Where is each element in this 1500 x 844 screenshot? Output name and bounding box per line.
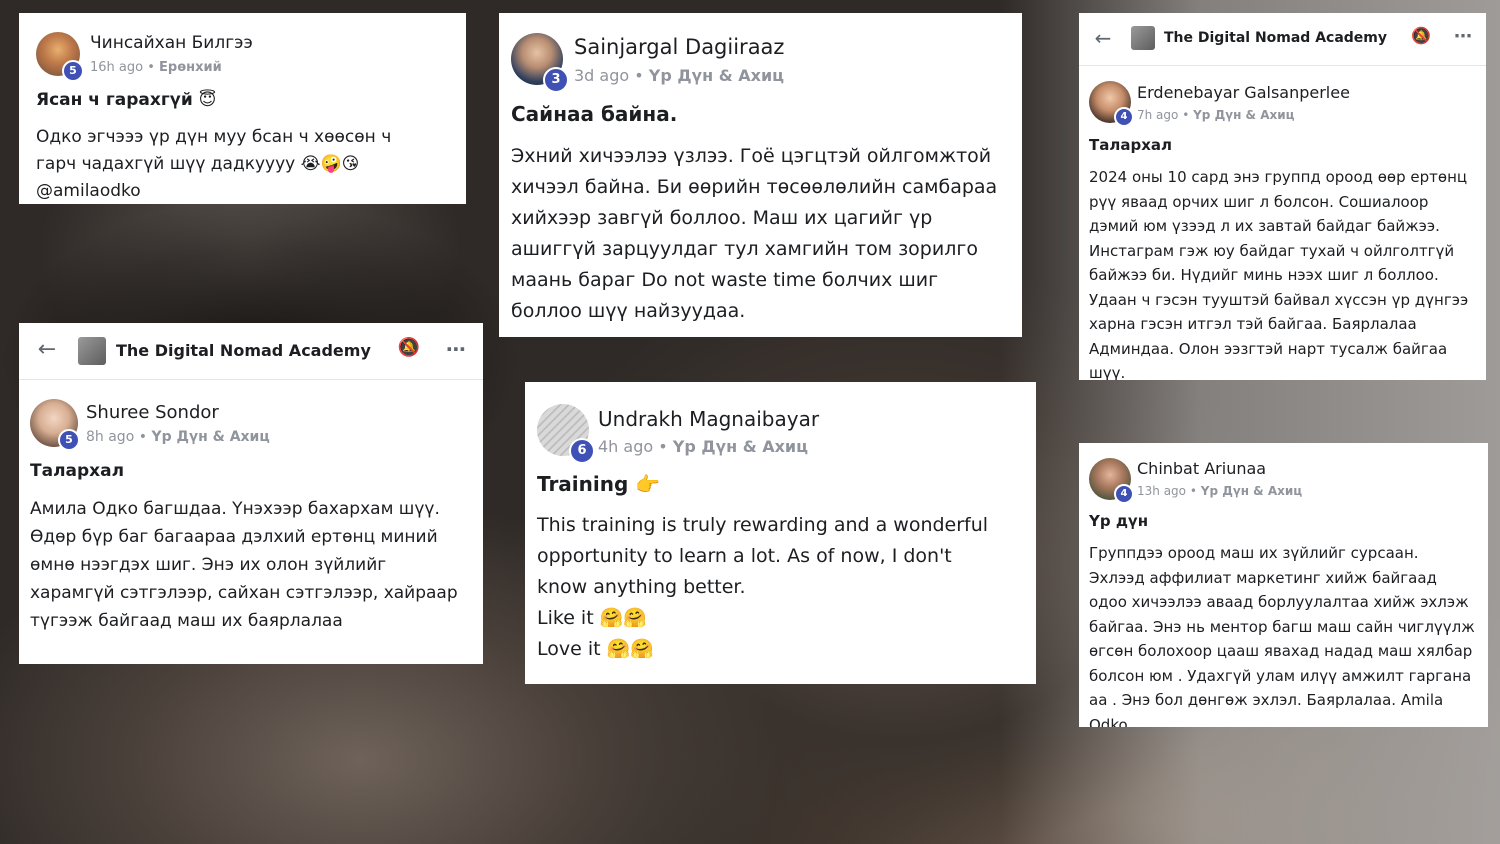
post-time: 8h ago [86, 429, 135, 445]
avatar[interactable]: 5 [30, 399, 80, 451]
post-body-line: Like it 🤗🤗 [537, 607, 648, 629]
post-meta: 16h ago • Ерөнхий [90, 60, 222, 75]
post-time: 4h ago [598, 437, 654, 456]
post-title: Ясан ч гарахгүй 😇 [36, 90, 217, 110]
post-time: 3d ago [574, 66, 630, 85]
post-card-shuree[interactable]: ← The Digital Nomad Academy 🔕 ⋯ 5 Shuree… [19, 323, 483, 664]
post-title: Талархал [1089, 136, 1172, 154]
author-name[interactable]: Undrakh Magnaibayar [598, 407, 819, 431]
more-horizontal-icon[interactable]: ⋯ [443, 337, 469, 363]
post-time: 13h ago [1137, 484, 1187, 498]
post-category[interactable]: Үр Дүн & Ахиц [673, 437, 808, 456]
post-title: Талархал [30, 461, 125, 481]
level-badge: 3 [543, 67, 569, 93]
post-category[interactable]: Ерөнхий [159, 60, 222, 75]
level-badge: 4 [1114, 107, 1134, 127]
avatar[interactable]: 4 [1089, 81, 1134, 127]
level-badge: 5 [62, 60, 84, 82]
post-meta: 7h ago • Үр Дүн & Ахиц [1137, 108, 1295, 122]
meta-separator: • [658, 437, 668, 456]
post-body: 2024 оны 10 сард энэ группд ороод өөр ер… [1089, 168, 1469, 380]
post-body: Одко эгчэээ үр дүн муу бсан ч хөөсөн ч г… [36, 127, 392, 201]
post-time: 16h ago [90, 60, 144, 75]
author-name[interactable]: Sainjargal Dagiiraaz [574, 35, 784, 59]
author-name[interactable]: Shuree Sondor [86, 402, 219, 423]
author-name[interactable]: Erdenebayar Galsanperlee [1137, 83, 1350, 102]
post-body-line: Love it 🤗🤗 [537, 638, 654, 660]
post-title: Training 👉 [537, 472, 661, 496]
post-title: Үр дүн [1089, 512, 1149, 530]
post-card-sainjargal[interactable]: 3 Sainjargal Dagiiraaz 3d ago • Үр Дүн &… [499, 13, 1022, 337]
group-thumbnail-icon [1131, 26, 1155, 50]
group-name[interactable]: The Digital Nomad Academy [1164, 30, 1387, 46]
post-body: Амила Одко багшдаа. Үнэхээр бахархам шүү… [30, 499, 458, 631]
meta-separator: • [138, 429, 147, 445]
post-body: Группдээ ороод маш их зүйлийг сурсаан. Э… [1089, 544, 1475, 727]
post-card-chinbat[interactable]: 4 Chinbat Ariunaa 13h ago • Үр Дүн & Ахи… [1079, 443, 1488, 727]
group-header: ← The Digital Nomad Academy 🔕 ⋯ [19, 323, 483, 380]
group-header: ← The Digital Nomad Academy 🔕 ⋯ [1079, 13, 1486, 66]
post-time: 7h ago [1137, 108, 1179, 122]
post-card-erdenebayar[interactable]: ← The Digital Nomad Academy 🔕 ⋯ 4 Erdene… [1079, 13, 1486, 380]
group-thumbnail-icon [78, 337, 106, 365]
avatar[interactable]: 5 [36, 32, 84, 82]
level-badge: 6 [569, 438, 595, 464]
meta-separator: • [634, 66, 644, 85]
avatar[interactable]: 3 [511, 33, 569, 93]
bell-off-icon[interactable]: 🔕 [397, 337, 421, 363]
bell-off-icon[interactable]: 🔕 [1411, 26, 1431, 50]
post-meta: 3d ago • Үр Дүн & Ахиц [574, 66, 784, 85]
post-meta: 4h ago • Үр Дүн & Ахиц [598, 437, 808, 456]
author-name[interactable]: Чинсайхан Билгээ [90, 33, 253, 53]
level-badge: 4 [1114, 484, 1134, 504]
post-category[interactable]: Үр Дүн & Ахиц [649, 66, 784, 85]
post-meta: 13h ago • Үр Дүн & Ахиц [1137, 484, 1302, 498]
meta-separator: • [147, 60, 155, 75]
arrow-left-icon[interactable]: ← [1093, 26, 1113, 50]
arrow-left-icon[interactable]: ← [35, 337, 59, 363]
avatar[interactable]: 6 [537, 404, 595, 464]
meta-separator: • [1182, 108, 1190, 122]
more-horizontal-icon[interactable]: ⋯ [1451, 26, 1475, 50]
post-title: Сайнаа байна. [511, 102, 678, 126]
post-card-chinsaikhan[interactable]: 5 Чинсайхан Билгээ 16h ago • Ерөнхий Яса… [19, 13, 466, 204]
post-card-undrakh[interactable]: 6 Undrakh Magnaibayar 4h ago • Үр Дүн & … [525, 382, 1036, 684]
level-badge: 5 [58, 429, 80, 451]
post-body: This training is truly rewarding and a w… [537, 514, 989, 598]
post-body: Эхний хичээлээ үзлээ. Гоё цэгцтэй ойлгом… [511, 145, 998, 322]
avatar[interactable]: 4 [1089, 458, 1134, 504]
group-name[interactable]: The Digital Nomad Academy [116, 341, 371, 360]
meta-separator: • [1189, 484, 1197, 498]
post-category[interactable]: Үр Дүн & Ахиц [1193, 108, 1294, 122]
post-category[interactable]: Үр Дүн & Ахиц [151, 429, 269, 445]
post-meta: 8h ago • Үр Дүн & Ахиц [86, 429, 270, 445]
author-name[interactable]: Chinbat Ariunaa [1137, 459, 1266, 478]
post-category[interactable]: Үр Дүн & Ахиц [1201, 484, 1302, 498]
